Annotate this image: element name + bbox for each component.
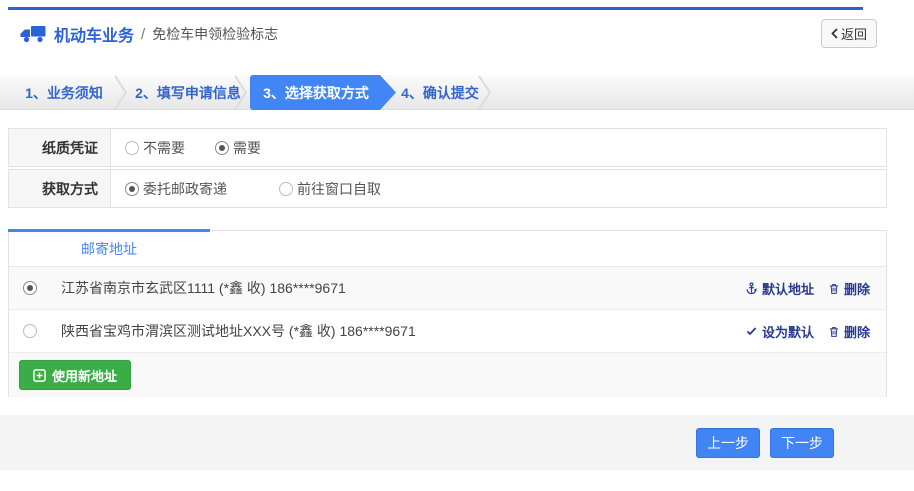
option-pickup-at-window[interactable]: 前往窗口自取 xyxy=(279,179,381,199)
page-subtitle: 免检车申领检验标志 xyxy=(152,24,278,44)
step-4-confirm-submit: 4、确认提交 xyxy=(398,75,482,110)
trash-icon xyxy=(828,282,840,295)
address-actions: 设为默认 删除 xyxy=(745,322,870,341)
page-title: 机动车业务 xyxy=(54,22,134,46)
form-row-obtain-method: 获取方式 委托邮政寄递 前往窗口自取 xyxy=(8,169,887,208)
next-step-button[interactable]: 下一步 xyxy=(770,428,834,458)
back-button[interactable]: 返回 xyxy=(821,19,877,48)
trash-icon xyxy=(828,325,840,338)
use-new-address-label: 使用新地址 xyxy=(52,366,117,385)
chevron-left-icon xyxy=(831,28,838,39)
brand-accent-line xyxy=(8,7,863,10)
radio-unchecked-icon[interactable] xyxy=(23,324,37,338)
breadcrumb: 机动车业务 / 免检车申领检验标志 xyxy=(20,22,278,46)
set-default-label: 设为默认 xyxy=(762,322,814,341)
step-separator-icon xyxy=(114,75,128,110)
previous-step-button[interactable]: 上一步 xyxy=(696,428,760,458)
option-label: 需要 xyxy=(233,138,261,158)
radio-checked-icon[interactable] xyxy=(125,182,139,196)
plus-square-icon xyxy=(33,369,46,382)
default-address-label: 默认地址 xyxy=(762,279,814,298)
set-default-link[interactable]: 设为默认 xyxy=(745,322,814,341)
use-new-address-button[interactable]: 使用新地址 xyxy=(19,360,131,390)
step-3-choose-method-active: 3、选择获取方式 xyxy=(250,75,396,110)
option-label: 不需要 xyxy=(143,138,185,158)
step-label: 1、业务须知 xyxy=(25,83,103,103)
address-button-area: 使用新地址 xyxy=(9,353,886,397)
address-row-2[interactable]: 陕西省宝鸡市渭滨区测试地址XXX号 (*鑫 收) 186****9671 设为默… xyxy=(9,310,886,353)
delete-address-link[interactable]: 删除 xyxy=(828,279,870,298)
step-wizard-bar: 1、业务须知 2、填写申请信息 3、选择获取方式 4、确认提交 xyxy=(0,75,914,110)
truck-icon xyxy=(20,25,46,43)
address-text: 江苏省南京市玄武区1111 (*鑫 收) 186****9671 xyxy=(61,278,346,298)
breadcrumb-separator: / xyxy=(141,26,145,43)
step-label: 4、确认提交 xyxy=(401,83,479,103)
radio-unchecked-icon[interactable] xyxy=(125,141,139,155)
delete-label: 删除 xyxy=(844,322,870,341)
step-separator-icon xyxy=(234,75,248,110)
option-postal-delivery[interactable]: 委托邮政寄递 xyxy=(125,179,227,199)
step-1-notice: 1、业务须知 xyxy=(8,75,120,110)
step-label: 2、填写申请信息 xyxy=(135,83,241,103)
option-no-need[interactable]: 不需要 xyxy=(125,138,185,158)
address-row-1[interactable]: 江苏省南京市玄武区1111 (*鑫 收) 186****9671 默认地址 xyxy=(9,267,886,310)
step-2-fill-info: 2、填写申请信息 xyxy=(132,75,244,110)
step-label: 3、选择获取方式 xyxy=(263,83,369,103)
back-button-label: 返回 xyxy=(841,24,867,43)
obtain-method-label: 获取方式 xyxy=(9,170,111,207)
anchor-icon xyxy=(745,282,758,295)
radio-unchecked-icon[interactable] xyxy=(279,182,293,196)
check-icon xyxy=(745,325,758,337)
address-text: 陕西省宝鸡市渭滨区测试地址XXX号 (*鑫 收) 186****9671 xyxy=(61,321,416,341)
active-tab-indicator xyxy=(8,229,210,232)
address-tab-row: 邮寄地址 xyxy=(9,231,886,267)
delete-label: 删除 xyxy=(844,279,870,298)
page: 机动车业务 / 免检车申领检验标志 返回 1、业务须知 2、填写申请信息 3、选… xyxy=(0,0,914,491)
radio-checked-icon[interactable] xyxy=(23,281,37,295)
default-address-link[interactable]: 默认地址 xyxy=(745,279,814,298)
paper-voucher-options: 不需要 需要 xyxy=(111,129,261,166)
radio-checked-icon[interactable] xyxy=(215,141,229,155)
tab-mailing-address[interactable]: 邮寄地址 xyxy=(9,231,209,266)
address-actions: 默认地址 删除 xyxy=(745,279,870,298)
footer-bar: 上一步 下一步 xyxy=(0,415,914,470)
obtain-method-options: 委托邮政寄递 前往窗口自取 xyxy=(111,170,381,207)
step-separator-icon xyxy=(478,75,492,110)
form-row-paper-voucher: 纸质凭证 不需要 需要 xyxy=(8,128,887,167)
option-label: 委托邮政寄递 xyxy=(143,179,227,199)
option-label: 前往窗口自取 xyxy=(297,179,381,199)
delete-address-link[interactable]: 删除 xyxy=(828,322,870,341)
mailing-address-panel: 邮寄地址 江苏省南京市玄武区1111 (*鑫 收) 186****9671 默认… xyxy=(8,230,887,397)
paper-voucher-label: 纸质凭证 xyxy=(9,129,111,166)
option-need[interactable]: 需要 xyxy=(215,138,261,158)
